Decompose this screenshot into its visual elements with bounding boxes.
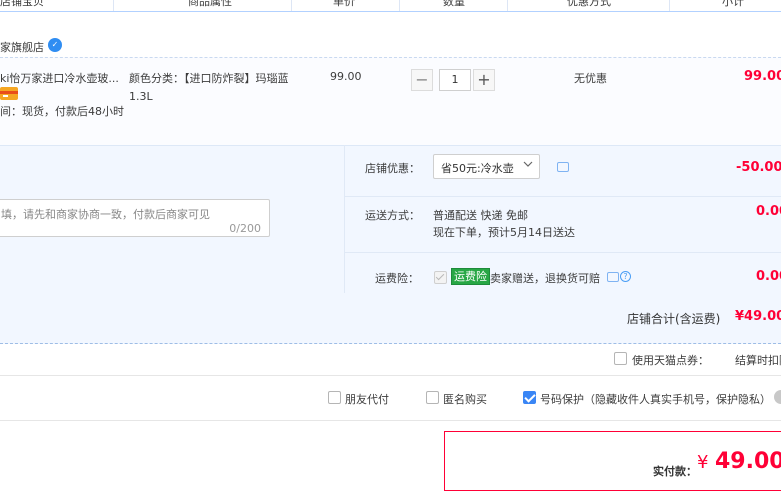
divider (344, 196, 781, 197)
number-protect-label: 号码保护（隐藏收件人真实手机号，保护隐私） (540, 393, 771, 406)
header-attr: 商品属性 (188, 0, 232, 8)
delivery-time: 间：现货，付款后48小时 (0, 105, 124, 118)
unit-price: 99.00 (330, 70, 362, 83)
buyer-message-field[interactable]: 填，请先和商家协商一致，付款后商家可见 0/200 (0, 199, 270, 237)
shop-discount-label: 店铺优惠： (365, 162, 420, 175)
chat-icon[interactable] (557, 162, 569, 172)
quantity-plus-button[interactable]: + (473, 69, 495, 91)
shop-total-amount: ¥49.00 (735, 309, 781, 324)
message-char-count: 0/200 (229, 222, 261, 235)
header-price: 单价 (333, 0, 355, 8)
insurance-amount: 0.00 (756, 269, 781, 284)
divider (344, 145, 345, 293)
shipping-eta: 现在下单，预计5月14日送达 (433, 226, 575, 239)
chat-icon[interactable] (607, 272, 619, 282)
insurance-label: 运费险： (375, 272, 419, 285)
friend-pay-checkbox[interactable] (328, 391, 341, 404)
shipping-amount: 0.00 (756, 204, 781, 219)
header-divider (669, 0, 670, 11)
product-row: ki怡万家进口冷水壶玻... 间：现货，付款后48小时 颜色分类：【进口防炸裂】… (0, 57, 781, 146)
info-icon[interactable] (774, 390, 781, 404)
shop-discount-select[interactable]: 省50元:冷水壶 (433, 154, 540, 179)
product-attribute-size: 1.3L (129, 90, 153, 103)
quantity-input[interactable]: 1 (439, 69, 471, 91)
header-item: 店铺宝贝 (0, 0, 44, 8)
item-subtotal: 99.00 (744, 69, 781, 84)
friend-pay-label: 朋友代付 (345, 393, 389, 406)
shipping-method: 普通配送 快递 免邮 (433, 209, 528, 222)
divider (344, 252, 781, 253)
shop-discount-amount: -50.00 (736, 160, 781, 175)
shop-discount-value: 省50元:冷水壶 (441, 162, 514, 175)
insurance-checkbox (434, 271, 447, 284)
payment-label: 实付款： (653, 465, 697, 478)
table-header: 店铺宝贝 商品属性 单价 数量 优惠方式 小计 (0, 0, 781, 12)
tmall-points-checkbox[interactable] (614, 352, 627, 365)
message-placeholder: 填，请先和商家协商一致，付款后商家可见 (1, 208, 210, 221)
insurance-badge: 运费险 (451, 268, 490, 285)
header-divider (291, 0, 292, 11)
payment-summary: 实付款： ¥ 49.00 (444, 431, 781, 491)
shop-name[interactable]: 家旗舰店 (0, 39, 44, 55)
credit-card-icon (0, 87, 18, 100)
payment-currency: ¥ (697, 452, 709, 473)
product-attribute: 颜色分类：【进口防炸裂】玛瑙蓝 (129, 72, 289, 85)
header-divider (113, 0, 114, 11)
insurance-text: 卖家赠送，退换货可赔 (490, 272, 600, 285)
shipping-label: 运送方式： (365, 209, 420, 222)
product-title[interactable]: ki怡万家进口冷水壶玻... (0, 70, 119, 86)
chevron-down-icon (523, 161, 533, 167)
header-promo: 优惠方式 (567, 0, 611, 8)
number-protect-checkbox[interactable] (523, 391, 536, 404)
tmall-points-label: 使用天猫点券： (632, 354, 709, 367)
deduct-note: 结算时扣除 (735, 354, 781, 367)
header-divider (507, 0, 508, 11)
payment-amount: 49.00 (715, 449, 781, 474)
header-subtotal: 小计 (722, 0, 744, 8)
help-icon[interactable]: ? (620, 271, 631, 282)
shop-total-label: 店铺合计(含运费) (627, 312, 721, 326)
anonymous-label: 匿名购买 (443, 393, 487, 406)
header-qty: 数量 (443, 0, 465, 8)
header-divider (399, 0, 400, 11)
anonymous-checkbox[interactable] (426, 391, 439, 404)
quantity-minus-button[interactable]: − (411, 69, 433, 91)
promotion-method: 无优惠 (574, 72, 607, 85)
shop-chat-icon[interactable]: ✓ (48, 38, 62, 52)
